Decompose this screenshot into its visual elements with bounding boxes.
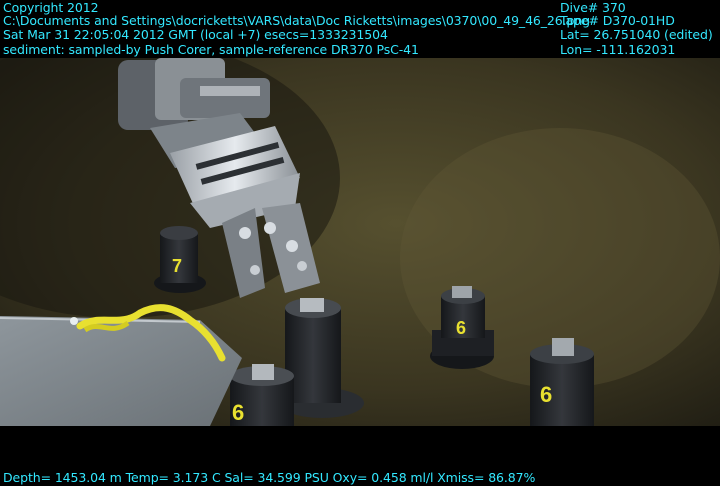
corer-label: 6 <box>540 382 552 407</box>
video-frame: 7 6 6 6 Copyright 2012 C:\Documents and … <box>0 0 720 486</box>
annotation-text: sediment: sampled-by Push Corer, sample-… <box>3 42 419 57</box>
corer-label: 6 <box>456 318 466 338</box>
push-corer-right-front: 6 <box>530 338 594 426</box>
longitude-readout: Lon= -111.162031 <box>560 42 676 57</box>
corer-label: 7 <box>172 256 182 276</box>
timestamp-text: Sat Mar 31 22:05:04 2012 GMT (local +7) … <box>3 27 388 42</box>
corer-label: 6 <box>232 400 244 425</box>
sensor-readout: Depth= 1453.04 m Temp= 3.173 C Sal= 34.5… <box>3 470 536 485</box>
sample-panel <box>0 304 242 426</box>
seafloor-scene: 7 6 6 6 <box>0 58 720 426</box>
latitude-readout: Lat= 26.751040 (edited) <box>560 27 713 42</box>
push-corer-front-left: 6 <box>230 364 294 426</box>
